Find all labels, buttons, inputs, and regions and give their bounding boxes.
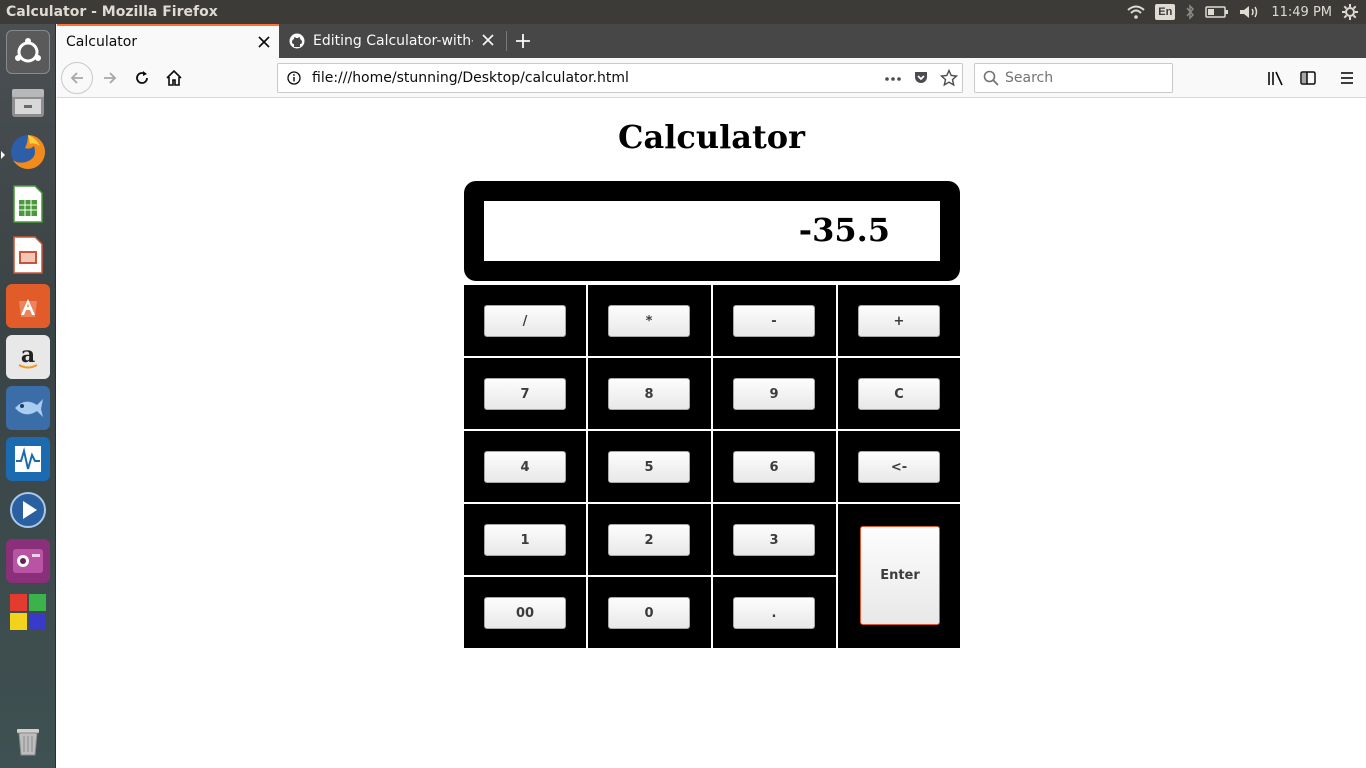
svg-text:a: a (21, 342, 35, 368)
keyboard-layout-indicator[interactable]: En (1155, 4, 1176, 20)
tab-strip: Calculator Editing Calculator-with- (57, 24, 1366, 58)
calculator-display: -35.5 (484, 201, 940, 261)
cheese-icon[interactable] (6, 539, 50, 583)
search-input[interactable] (1005, 69, 1165, 87)
indicator-area: En 11:49 PM (1117, 0, 1366, 24)
wifi-icon[interactable] (1127, 0, 1145, 24)
digit-2-button[interactable]: 2 (608, 524, 690, 556)
libreoffice-impress-icon[interactable] (6, 233, 50, 277)
volume-icon[interactable] (1239, 0, 1259, 24)
sidebar-toggle-icon[interactable] (1292, 62, 1324, 94)
libreoffice-calc-icon[interactable] (6, 182, 50, 226)
key-cell: * (588, 285, 711, 356)
lightworks-icon[interactable] (6, 590, 50, 634)
key-cell: 1 (464, 504, 586, 575)
calculator-keypad: / * - + 7 8 9 C 4 5 6 <- 1 2 3 Enter 00 … (464, 285, 960, 648)
home-button[interactable] (158, 62, 190, 94)
ubuntu-software-icon[interactable] (6, 284, 50, 328)
bookmark-star-icon[interactable] (939, 68, 959, 92)
search-icon (983, 70, 999, 91)
tab-calculator[interactable]: Calculator (57, 24, 279, 58)
key-cell: 0 (588, 577, 711, 648)
key-cell: 9 (713, 358, 836, 429)
add-button[interactable]: + (858, 305, 940, 337)
top-panel: Calculator - Mozilla Firefox En 11:49 PM (0, 0, 1366, 24)
key-cell: 6 (713, 431, 836, 502)
display-value: -35.5 (798, 211, 890, 249)
key-cell: / (464, 285, 586, 356)
files-icon[interactable] (6, 80, 50, 124)
key-cell: 2 (588, 504, 711, 575)
page-title: Calculator (618, 118, 805, 156)
key-cell: Enter (838, 504, 960, 648)
close-icon[interactable] (481, 33, 495, 47)
shotwell-icon[interactable] (6, 386, 50, 430)
digit-8-button[interactable]: 8 (608, 378, 690, 410)
close-icon[interactable] (257, 35, 271, 49)
key-cell: 8 (588, 358, 711, 429)
firefox-icon[interactable] (6, 130, 50, 174)
library-icon[interactable] (1260, 62, 1292, 94)
key-cell: 4 (464, 431, 586, 502)
multiply-button[interactable]: * (608, 305, 690, 337)
reload-button[interactable] (126, 62, 158, 94)
key-cell: + (838, 285, 960, 356)
trash-icon[interactable] (6, 718, 50, 762)
key-cell: 5 (588, 431, 711, 502)
window-title: Calculator - Mozilla Firefox (6, 4, 218, 20)
url-bar[interactable]: file:///home/stunning/Desktop/calculator… (277, 63, 963, 93)
tab-editing-calculator[interactable]: Editing Calculator-with- (279, 24, 503, 58)
decimal-button[interactable]: . (733, 597, 815, 629)
forward-button[interactable] (94, 62, 126, 94)
digit-3-button[interactable]: 3 (733, 524, 815, 556)
enter-button[interactable]: Enter (860, 526, 940, 625)
system-monitor-icon[interactable] (6, 437, 50, 481)
clear-button[interactable]: C (858, 378, 940, 410)
info-icon[interactable] (287, 71, 301, 90)
amazon-icon[interactable]: a (6, 335, 50, 379)
github-icon (289, 33, 305, 54)
page-content: Calculator -35.5 / * - + 7 8 9 C 4 5 6 <… (57, 98, 1366, 768)
digit-0-button[interactable]: 0 (608, 597, 690, 629)
tab-label: Calculator (66, 34, 138, 50)
navigation-toolbar: file:///home/stunning/Desktop/calculator… (57, 58, 1366, 98)
digit-5-button[interactable]: 5 (608, 451, 690, 483)
digit-4-button[interactable]: 4 (484, 451, 566, 483)
bluetooth-icon[interactable] (1185, 0, 1195, 24)
page-actions-icon[interactable] (884, 72, 902, 90)
key-cell: 3 (713, 504, 836, 575)
pocket-icon[interactable] (913, 70, 929, 91)
running-indicator (1, 151, 5, 159)
key-cell: 7 (464, 358, 586, 429)
subtract-button[interactable]: - (733, 305, 815, 337)
battery-icon[interactable] (1205, 0, 1229, 24)
back-button[interactable] (61, 62, 93, 94)
digit-7-button[interactable]: 7 (484, 378, 566, 410)
new-tab-button[interactable] (511, 29, 535, 53)
tab-separator (506, 31, 507, 51)
key-cell: 00 (464, 577, 586, 648)
key-cell: - (713, 285, 836, 356)
videos-icon[interactable] (6, 488, 50, 532)
digit-6-button[interactable]: 6 (733, 451, 815, 483)
firefox-window: Calculator Editing Calculator-with- file… (57, 24, 1366, 768)
calculator-display-frame: -35.5 (464, 181, 960, 281)
search-bar[interactable] (974, 63, 1173, 93)
ubuntu-dash-icon[interactable] (6, 30, 50, 74)
key-cell: . (713, 577, 836, 648)
digit-1-button[interactable]: 1 (484, 524, 566, 556)
key-cell: <- (838, 431, 960, 502)
double-zero-button[interactable]: 00 (484, 597, 566, 629)
gear-icon[interactable] (1342, 0, 1358, 24)
digit-9-button[interactable]: 9 (733, 378, 815, 410)
clock[interactable]: 11:49 PM (1271, 0, 1332, 24)
launcher: a (0, 24, 56, 768)
tab-label: Editing Calculator-with- (313, 33, 473, 49)
key-cell: C (838, 358, 960, 429)
backspace-button[interactable]: <- (858, 451, 940, 483)
url-text[interactable]: file:///home/stunning/Desktop/calculator… (312, 70, 629, 86)
divide-button[interactable]: / (484, 305, 566, 337)
menu-icon[interactable] (1331, 62, 1363, 94)
